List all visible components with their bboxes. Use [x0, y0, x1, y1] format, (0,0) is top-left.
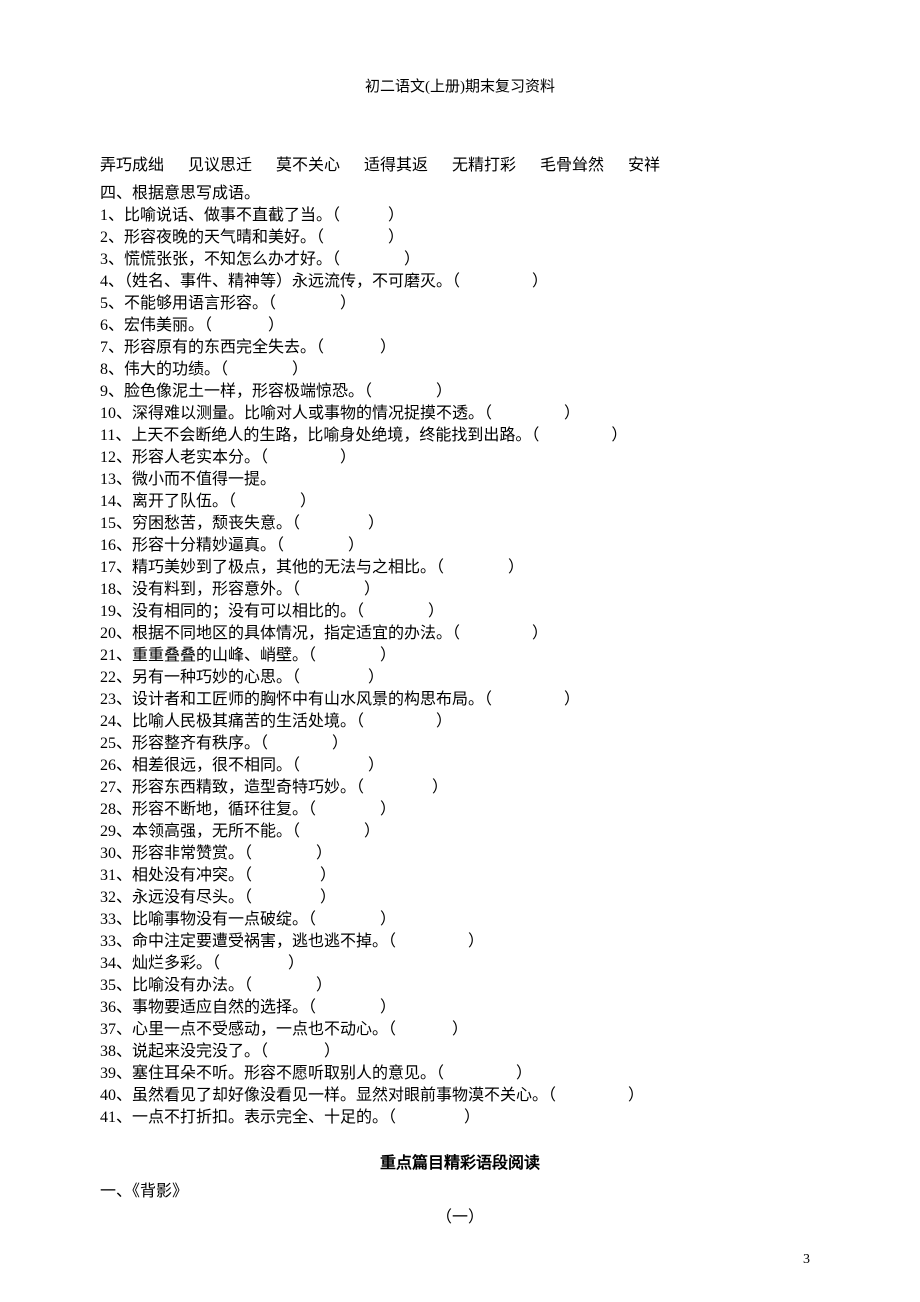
- list-item: 38、说起来没完没了。（ ）: [100, 1041, 820, 1063]
- list-item: 9、脸色像泥土一样，形容极端惊恐。（ ）: [100, 381, 820, 403]
- list-item: 18、没有料到，形容意外。（ ）: [100, 579, 820, 601]
- list-item: 13、微小而不值得一提。: [100, 469, 820, 491]
- document-page: 初二语文(上册)期末复习资料 弄巧成绌 见议思迁 莫不关心 适得其返 无精打彩 …: [0, 0, 920, 1302]
- list-item: 7、形容原有的东西完全失去。（ ）: [100, 337, 820, 359]
- list-item: 2、形容夜晚的天气晴和美好。（ ）: [100, 227, 820, 249]
- list-item: 37、心里一点不受感动，一点也不动心。（ ）: [100, 1019, 820, 1041]
- list-item: 15、穷困愁苦，颓丧失意。（ ）: [100, 513, 820, 535]
- list-item: 39、塞住耳朵不听。形容不愿听取别人的意见。（ ）: [100, 1063, 820, 1085]
- list-item: 10、深得难以测量。比喻对人或事物的情况捉摸不透。（ ）: [100, 403, 820, 425]
- list-item: 20、根据不同地区的具体情况，指定适宜的办法。（ ）: [100, 623, 820, 645]
- list-item: 12、形容人老实本分。（ ）: [100, 447, 820, 469]
- list-item: 35、比喻没有办法。（ ）: [100, 975, 820, 997]
- list-item: 25、形容整齐有秩序。（ ）: [100, 733, 820, 755]
- list-item: 27、形容东西精致，造型奇特巧妙。（ ）: [100, 777, 820, 799]
- page-header-title: 初二语文(上册)期末复习资料: [100, 75, 820, 96]
- list-item: 32、永远没有尽头。（ ）: [100, 887, 820, 909]
- list-item: 24、比喻人民极其痛苦的生活处境。（ ）: [100, 711, 820, 733]
- list-item: 22、另有一种巧妙的心思。（ ）: [100, 667, 820, 689]
- list-item: 3、慌慌张张，不知怎么办才好。（ ）: [100, 249, 820, 271]
- list-item: 33、命中注定要遭受祸害，逃也逃不掉。（ ）: [100, 931, 820, 953]
- list-item: 19、没有相同的；没有可以相比的。（ ）: [100, 601, 820, 623]
- idioms-correction-row: 弄巧成绌 见议思迁 莫不关心 适得其返 无精打彩 毛骨耸然 安祥: [100, 151, 820, 175]
- section-four-title: 四、根据意思写成语。: [100, 179, 820, 203]
- reading-section-title: 重点篇目精彩语段阅读: [100, 1149, 820, 1173]
- list-item: 11、上天不会断绝人的生路，比喻身处绝境，终能找到出路。（ ）: [100, 425, 820, 447]
- list-item: 21、重重叠叠的山峰、峭壁。（ ）: [100, 645, 820, 667]
- idiom-definition-list: 1、比喻说话、做事不直截了当。（ ） 2、形容夜晚的天气晴和美好。（ ） 3、慌…: [100, 205, 820, 1129]
- essay-heading: 一、《背影》: [100, 1177, 820, 1201]
- list-item: 8、伟大的功绩。（ ）: [100, 359, 820, 381]
- essay-part-label: （一）: [100, 1203, 820, 1227]
- list-item: 34、灿烂多彩。（ ）: [100, 953, 820, 975]
- list-item: 36、事物要适应自然的选择。（ ）: [100, 997, 820, 1019]
- list-item: 29、本领高强，无所不能。（ ）: [100, 821, 820, 843]
- list-item: 6、宏伟美丽。（ ）: [100, 315, 820, 337]
- list-item: 5、不能够用语言形容。（ ）: [100, 293, 820, 315]
- list-item: 1、比喻说话、做事不直截了当。（ ）: [100, 205, 820, 227]
- list-item: 30、形容非常赞赏。（ ）: [100, 843, 820, 865]
- list-item: 26、相差很远，很不相同。（ ）: [100, 755, 820, 777]
- list-item: 4、（姓名、事件、精神等）永远流传，不可磨灭。（ ）: [100, 271, 820, 293]
- list-item: 40、虽然看见了却好像没看见一样。显然对眼前事物漠不关心。（ ）: [100, 1085, 820, 1107]
- list-item: 28、形容不断地，循环往复。（ ）: [100, 799, 820, 821]
- list-item: 14、离开了队伍。（ ）: [100, 491, 820, 513]
- list-item: 17、精巧美妙到了极点，其他的无法与之相比。（ ）: [100, 557, 820, 579]
- list-item: 16、形容十分精妙逼真。（ ）: [100, 535, 820, 557]
- page-number: 3: [803, 1252, 810, 1268]
- list-item: 33、比喻事物没有一点破绽。（ ）: [100, 909, 820, 931]
- list-item: 31、相处没有冲突。（ ）: [100, 865, 820, 887]
- list-item: 23、设计者和工匠师的胸怀中有山水风景的构思布局。（ ）: [100, 689, 820, 711]
- list-item: 41、一点不打折扣。表示完全、十足的。（ ）: [100, 1107, 820, 1129]
